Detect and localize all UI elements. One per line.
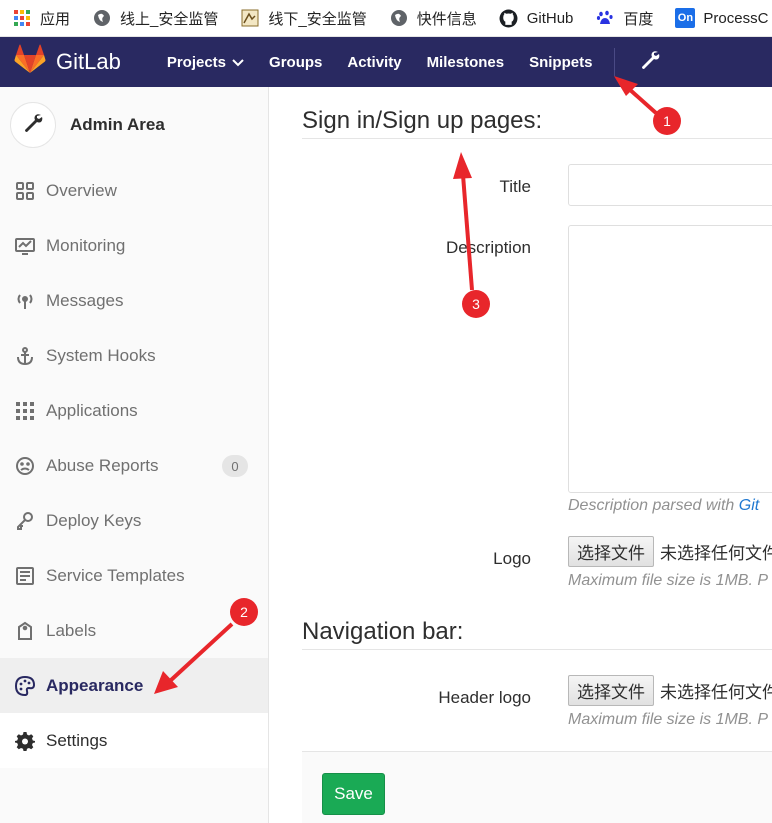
applications-grid-icon [14, 400, 36, 422]
logo-file-size-help: Maximum file size is 1MB. P [568, 572, 769, 589]
page-thumbnail-icon [240, 8, 260, 28]
sidebar-item-labels[interactable]: Labels [0, 603, 268, 658]
anchor-icon [14, 345, 36, 367]
header-logo-label: Header logo [438, 688, 531, 707]
description-textarea[interactable] [568, 225, 772, 493]
gitlab-tanuki-icon [14, 44, 46, 80]
nav-milestones[interactable]: Milestones [427, 54, 505, 71]
sidebar-item-monitoring[interactable]: Monitoring [0, 218, 268, 273]
bookmark-label: GitHub [526, 9, 574, 27]
sidebar-item-label: Overview [46, 180, 117, 200]
sad-face-icon [14, 455, 36, 477]
bookmark-label: 线上_安全监管 [120, 10, 219, 28]
admin-area-header[interactable]: Admin Area [0, 87, 268, 163]
header-logo-file-size-help: Maximum file size is 1MB. P [568, 711, 769, 728]
sidebar-item-settings[interactable]: Settings [0, 713, 268, 768]
header-logo-choose-file-button[interactable]: 选择文件 [568, 675, 654, 706]
globe-icon [92, 8, 112, 28]
github-icon [499, 8, 519, 28]
overview-grid-icon [14, 180, 36, 202]
sidebar-item-label: Labels [46, 620, 97, 640]
bookmark-online-supervision[interactable]: 线上_安全监管 [92, 8, 218, 29]
appearance-form: Sign in/Sign up pages: Title Description… [270, 87, 772, 823]
bookmark-processon[interactable]: On ProcessC [675, 8, 768, 28]
sidebar-item-deploy-keys[interactable]: Deploy Keys [0, 493, 268, 548]
admin-avatar [10, 102, 56, 148]
sidebar-item-applications[interactable]: Applications [0, 383, 268, 438]
bookmark-express-info[interactable]: 快件信息 [389, 8, 477, 29]
admin-area-title: Admin Area [70, 115, 165, 134]
palette-icon [14, 675, 36, 697]
sidebar-item-label: Settings [46, 730, 108, 750]
logo-label: Logo [493, 549, 531, 568]
sidebar-item-label: Messages [46, 290, 124, 310]
sidebar-item-label: Abuse Reports [46, 455, 159, 475]
apps-grid-icon [12, 8, 32, 28]
sidebar-item-system-hooks[interactable]: System Hooks [0, 328, 268, 383]
label-tag-icon [14, 620, 36, 642]
save-button[interactable]: Save [322, 773, 385, 815]
monitoring-chart-icon [14, 235, 36, 257]
bookmark-baidu[interactable]: 百度 [595, 8, 653, 29]
description-label: Description [445, 238, 531, 257]
sidebar-item-service-templates[interactable]: Service Templates [0, 548, 268, 603]
gear-icon [14, 730, 36, 752]
brand-name: GitLab [56, 49, 121, 74]
gitlab-markdown-link[interactable]: Git [739, 497, 759, 514]
logo-file-input: 选择文件 未选择任何文件 [568, 536, 772, 567]
broadcast-icon [14, 290, 36, 312]
abuse-reports-count-badge: 0 [222, 455, 248, 477]
sidebar-item-label: Appearance [46, 675, 144, 695]
wrench-icon [639, 49, 661, 76]
bookmark-label: 快件信息 [416, 10, 477, 28]
form-actions: Save [302, 751, 772, 823]
admin-area-link[interactable] [639, 49, 661, 76]
description-help-label: Description parsed with [568, 497, 735, 514]
nav-projects-label: Projects [166, 53, 227, 71]
bookmark-label: 应用 [40, 10, 71, 28]
title-label: Title [499, 177, 532, 196]
chevron-down-icon [232, 54, 244, 71]
logo-no-file-text: 未选择任何文件 [660, 544, 772, 563]
header-logo-file-input: 选择文件 未选择任何文件 [568, 675, 772, 706]
sidebar-item-label: Service Templates [46, 565, 185, 585]
bookmark-offline-supervision[interactable]: 线下_安全监管 [240, 8, 367, 29]
template-icon [14, 565, 36, 587]
sidebar-item-label: Applications [46, 400, 138, 420]
baidu-paw-icon [595, 8, 615, 28]
gitlab-logo-link[interactable]: GitLab [14, 44, 121, 80]
sidebar-item-appearance[interactable]: Appearance [0, 658, 268, 713]
processon-icon: On [675, 8, 696, 28]
section-title-sign-in: Sign in/Sign up pages: [302, 107, 543, 134]
globe-icon [389, 8, 409, 28]
sidebar-item-messages[interactable]: Messages [0, 273, 268, 328]
admin-sidebar: Admin Area Overview Monitoring Messages … [0, 87, 269, 823]
title-input[interactable] [568, 164, 772, 206]
section-title-navigation-bar: Navigation bar: [302, 618, 464, 645]
logo-choose-file-button[interactable]: 选择文件 [568, 536, 654, 567]
section-divider [302, 138, 772, 139]
sidebar-item-overview[interactable]: Overview [0, 163, 268, 218]
nav-divider [614, 48, 616, 76]
wrench-icon [22, 112, 44, 139]
sidebar-item-label: Monitoring [46, 235, 126, 255]
key-icon [14, 510, 36, 532]
sidebar-item-label: System Hooks [46, 345, 156, 365]
top-navbar: GitLab Projects Groups Activity Mileston… [0, 37, 772, 87]
sidebar-item-label: Deploy Keys [46, 510, 142, 530]
nav-activity[interactable]: Activity [347, 54, 401, 71]
section-divider [302, 649, 772, 650]
nav-snippets[interactable]: Snippets [529, 54, 592, 71]
bookmark-github[interactable]: GitHub [499, 8, 574, 28]
bookmark-apps[interactable]: 应用 [12, 8, 70, 29]
nav-projects[interactable]: Projects [167, 54, 244, 71]
bookmark-label: ProcessC [703, 9, 769, 27]
nav-groups[interactable]: Groups [269, 54, 322, 71]
bookmark-label: 百度 [623, 10, 654, 28]
bookmark-label: 线下_安全监管 [268, 10, 367, 28]
description-help-text: Description parsed with Git [568, 497, 759, 515]
bookmarks-bar: 应用 线上_安全监管 线下_安全监管 快件信息 GitHub 百度 On Pro… [0, 0, 772, 37]
header-logo-no-file-text: 未选择任何文件 [660, 683, 772, 702]
sidebar-item-abuse-reports[interactable]: Abuse Reports 0 [0, 438, 268, 493]
